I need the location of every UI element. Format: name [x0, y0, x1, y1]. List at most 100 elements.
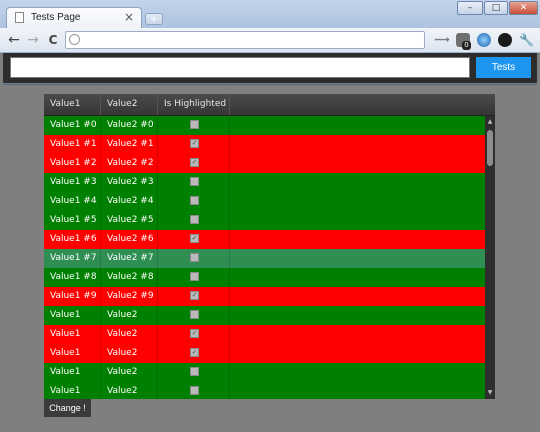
back-icon[interactable]: ← [5, 31, 23, 49]
cell-value1: Value1 #0 [44, 116, 101, 135]
wrench-icon[interactable]: 🔧 [519, 33, 534, 47]
cell-value1: Value1 #6 [44, 230, 101, 249]
data-grid: Value1 Value2 Is Highlighted Value1 #0 Va… [44, 94, 495, 399]
table-row[interactable]: Value1 #11Value2 #11 ✓ [44, 325, 485, 358]
highlight-checkbox[interactable] [190, 386, 199, 395]
cell-is-highlighted: ✓ [158, 135, 230, 154]
cell-is-highlighted [158, 363, 230, 382]
scroll-up-icon[interactable]: ▲ [486, 118, 494, 126]
tab-close-icon[interactable]: × [124, 10, 134, 24]
column-header-value1[interactable]: Value1 [44, 94, 101, 115]
table-row[interactable]: Value1 #3 Value2 #3 [44, 173, 485, 192]
cell-value1: Value1 #11 [44, 325, 101, 358]
table-row[interactable]: Value1 #13Value2 #13 [44, 363, 485, 396]
cell-value1: Value1 #8 [44, 268, 101, 287]
cell-value1: Value1 #2 [44, 154, 101, 173]
table-row[interactable]: Value1 #1 Value2 #1 ✓ [44, 135, 485, 154]
browser-titlebar: Tests Page × + – □ ✕ [0, 0, 540, 29]
table-row[interactable]: Value1 #7 Value2 #7 [44, 249, 485, 268]
highlight-checkbox[interactable]: ✓ [190, 158, 199, 167]
column-header-is-highlighted[interactable]: Is Highlighted [158, 94, 230, 115]
table-row[interactable]: Value1 #4 Value2 #4 [44, 192, 485, 211]
tests-button[interactable]: Tests [476, 57, 531, 78]
close-window-button[interactable]: ✕ [509, 1, 538, 15]
highlight-checkbox[interactable] [190, 196, 199, 205]
cell-is-highlighted [158, 249, 230, 268]
scroll-down-icon[interactable]: ▼ [486, 389, 494, 397]
cell-value1: Value1 #9 [44, 287, 101, 306]
cell-value2: Value2 #2 [101, 154, 158, 173]
minimize-button[interactable]: – [457, 1, 483, 15]
highlight-checkbox[interactable] [190, 272, 199, 281]
cell-value2: Value2 #1 [101, 135, 158, 154]
table-row[interactable]: Value1 #8 Value2 #8 [44, 268, 485, 287]
address-bar[interactable] [65, 31, 425, 49]
grid-header: Value1 Value2 Is Highlighted [44, 94, 495, 116]
cell-is-highlighted [158, 192, 230, 211]
cell-is-highlighted [158, 211, 230, 230]
cell-value2: Value2 #11 [101, 325, 158, 358]
browser-toolbar: ← → C ⟿ 0 🔧 [0, 28, 540, 53]
reload-icon[interactable]: C [44, 31, 62, 49]
cell-value1: Value1 #12 [44, 344, 101, 377]
table-row[interactable]: Value1 #9 Value2 #9 ✓ [44, 287, 485, 306]
change-button[interactable]: Change ! [44, 399, 91, 417]
speed-extension-icon[interactable] [498, 33, 512, 47]
cell-is-highlighted [158, 268, 230, 287]
cell-is-highlighted: ✓ [158, 287, 230, 306]
table-row[interactable]: Value1 #2 Value2 #2 ✓ [44, 154, 485, 173]
cell-value2: Value2 #10 [101, 306, 158, 339]
cell-value2: Value2 #6 [101, 230, 158, 249]
cell-is-highlighted [158, 116, 230, 135]
table-row[interactable]: Value1 #12Value2 #12 ✓ [44, 344, 485, 377]
page-info-icon[interactable] [69, 34, 80, 45]
cell-value1: Value1 #5 [44, 211, 101, 230]
highlight-checkbox[interactable] [190, 253, 199, 262]
browser-tab[interactable]: Tests Page × [6, 7, 142, 29]
cell-value1: Value1 #7 [44, 249, 101, 268]
cell-value2: Value2 #9 [101, 287, 158, 306]
highlight-checkbox[interactable]: ✓ [190, 348, 199, 357]
highlight-checkbox[interactable] [190, 177, 199, 186]
extension-badge: 0 [462, 41, 471, 50]
table-row[interactable]: Value1 #0 Value2 #0 [44, 116, 485, 135]
highlight-checkbox[interactable] [190, 215, 199, 224]
table-row[interactable]: Value1 #6 Value2 #6 ✓ [44, 230, 485, 249]
new-tab-button[interactable]: + [145, 13, 163, 25]
scroll-thumb[interactable] [487, 130, 493, 166]
cell-value1: Value1 #10 [44, 306, 101, 339]
grid-rows: Value1 #0 Value2 #0 Value1 #1 Value2 #1 ✓ Val… [44, 116, 485, 399]
highlight-checkbox[interactable] [190, 120, 199, 129]
cell-value2: Value2 #3 [101, 173, 158, 192]
highlight-checkbox[interactable]: ✓ [190, 329, 199, 338]
divider [3, 84, 537, 85]
cell-value2: Value2 #4 [101, 192, 158, 211]
cell-is-highlighted [158, 173, 230, 192]
column-header-value2[interactable]: Value2 [101, 94, 158, 115]
cell-value1: Value1 #3 [44, 173, 101, 192]
table-row[interactable]: Value1 #5 Value2 #5 [44, 211, 485, 230]
cell-is-highlighted: ✓ [158, 344, 230, 363]
highlight-checkbox[interactable]: ✓ [190, 139, 199, 148]
globe-extension-icon[interactable] [477, 33, 491, 47]
cell-value2: Value2 #14 [101, 382, 158, 399]
search-input[interactable] [10, 57, 470, 78]
cell-value1: Value1 #14 [44, 382, 101, 399]
search-bar: Tests [3, 53, 537, 83]
forward-icon[interactable]: → [24, 31, 42, 49]
cell-value1: Value1 #13 [44, 363, 101, 396]
highlight-checkbox[interactable]: ✓ [190, 234, 199, 243]
table-row[interactable]: Value1 #14Value2 #14 [44, 382, 485, 399]
tab-title: Tests Page [31, 12, 81, 23]
translate-icon[interactable]: ⟿ [434, 33, 450, 47]
cell-value2: Value2 #8 [101, 268, 158, 287]
maximize-button[interactable]: □ [484, 1, 508, 15]
cell-is-highlighted: ✓ [158, 154, 230, 173]
cell-value1: Value1 #1 [44, 135, 101, 154]
highlight-checkbox[interactable]: ✓ [190, 291, 199, 300]
highlight-checkbox[interactable] [190, 367, 199, 376]
vertical-scrollbar[interactable]: ▲ ▼ [485, 116, 495, 399]
highlight-checkbox[interactable] [190, 310, 199, 319]
cell-value2: Value2 #12 [101, 344, 158, 377]
table-row[interactable]: Value1 #10Value2 #10 [44, 306, 485, 339]
